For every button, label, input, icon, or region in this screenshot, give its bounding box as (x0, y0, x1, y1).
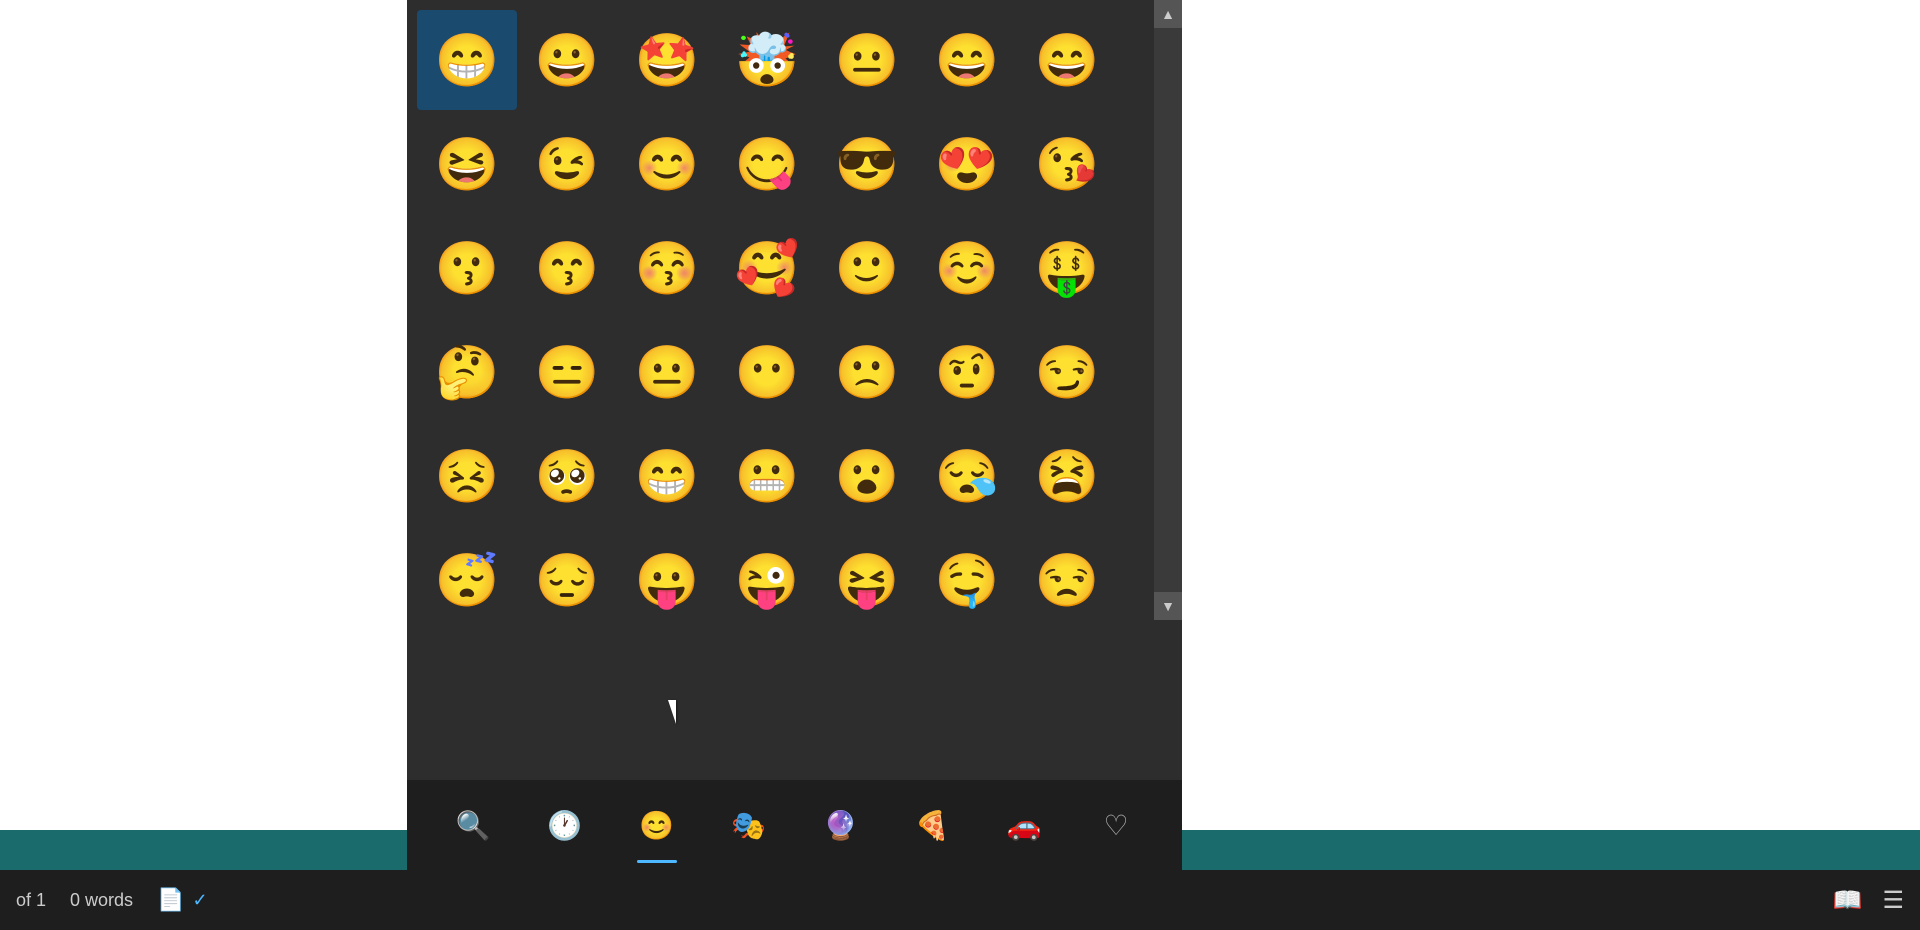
emoji-cell[interactable]: 😶 (717, 322, 817, 422)
book-icon[interactable]: 📖 (1833, 886, 1863, 915)
layout-icon[interactable]: ☰ (1882, 886, 1904, 915)
emoji-cell[interactable]: 😪 (917, 426, 1017, 526)
emoji-cell[interactable]: 😬 (717, 426, 817, 526)
search-icon: 🔍 (456, 809, 491, 842)
tab-food[interactable]: 🍕 (892, 785, 972, 865)
emoji-cell[interactable]: 😚 (617, 218, 717, 318)
emoji-tab-bar: 🔍 🕐 😊 🎭 🔮 🍕 🚗 ♡ (407, 780, 1182, 870)
emoji-cell[interactable]: 🙁 (817, 322, 917, 422)
emoji-cell[interactable]: 😛 (617, 530, 717, 630)
emoji-cell[interactable]: 🥺 (517, 426, 617, 526)
emoji-cell[interactable]: ☺️ (917, 218, 1017, 318)
emoji-cell[interactable]: 🤑 (1017, 218, 1117, 318)
check-icon: ✓ (192, 890, 207, 911)
emoji-cell[interactable]: 😴 (417, 530, 517, 630)
emoji-cell[interactable]: 🤩 (617, 10, 717, 110)
emoji-cell[interactable]: 🤯 (717, 10, 817, 110)
tab-people[interactable]: 🎭 (709, 785, 789, 865)
emoji-row-0: 😁 😀 🤩 🤯 😐 😄 😄 (417, 10, 1144, 110)
travel-icon: 🚗 (1007, 809, 1042, 842)
emoji-cell[interactable]: 😐 (817, 10, 917, 110)
emoji-cell[interactable]: 🙂 (817, 218, 917, 318)
status-bar-right: 📖 ☰ (1833, 886, 1904, 915)
word-count: 0 words (70, 890, 133, 911)
emoji-grid-container: 😁 😀 🤩 🤯 😐 😄 😄 😆 😉 😊 😋 😎 😍 😘 😗 😙 😚 🥰 🙂 (407, 0, 1182, 780)
emoji-cell[interactable]: 😉 (517, 114, 617, 214)
food-icon: 🍕 (915, 809, 950, 842)
status-bar: of 1 0 words 📄 ✓ 📖 ☰ (0, 870, 1920, 930)
nature-icon: 🔮 (823, 809, 858, 842)
emoji-cell[interactable]: 😒 (1017, 530, 1117, 630)
page-info: of 1 (16, 890, 46, 911)
emoji-row-1: 😆 😉 😊 😋 😎 😍 😘 (417, 114, 1144, 214)
emoji-cell[interactable]: 😮 (817, 426, 917, 526)
emoji-cell[interactable]: 😙 (517, 218, 617, 318)
emoji-cell[interactable]: 😗 (417, 218, 517, 318)
smiley-icon: 😊 (639, 809, 674, 842)
emoji-cell[interactable]: 🥰 (717, 218, 817, 318)
emoji-cell[interactable]: 😜 (717, 530, 817, 630)
people-icon: 🎭 (731, 809, 766, 842)
emoji-row-4: 😣 🥺 😁 😬 😮 😪 😫 (417, 426, 1144, 526)
emoji-cell[interactable]: 😁 (417, 10, 517, 110)
scroll-down-button[interactable]: ▼ (1154, 592, 1182, 620)
tab-search[interactable]: 🔍 (433, 785, 513, 865)
clock-icon: 🕐 (547, 809, 582, 842)
emoji-cell[interactable]: 😄 (917, 10, 1017, 110)
emoji-cell[interactable]: 😋 (717, 114, 817, 214)
tab-smiley[interactable]: 😊 (617, 785, 697, 865)
tab-recent[interactable]: 🕐 (525, 785, 605, 865)
emoji-cell[interactable]: 😊 (617, 114, 717, 214)
emoji-cell[interactable]: 😣 (417, 426, 517, 526)
emoji-cell[interactable]: 😍 (917, 114, 1017, 214)
emoji-cell[interactable]: 😆 (417, 114, 517, 214)
emoji-scrollbar: ▲ ▼ (1154, 0, 1182, 620)
emoji-cell[interactable]: 😘 (1017, 114, 1117, 214)
emoji-cell[interactable]: 😐 (617, 322, 717, 422)
tab-nature[interactable]: 🔮 (800, 785, 880, 865)
emoji-cell[interactable]: 😏 (1017, 322, 1117, 422)
view-icon: 📄 (157, 887, 184, 913)
scroll-up-button[interactable]: ▲ (1154, 0, 1182, 28)
emoji-cell[interactable]: 😑 (517, 322, 617, 422)
tab-travel[interactable]: 🚗 (984, 785, 1064, 865)
emoji-cell[interactable]: 😔 (517, 530, 617, 630)
emoji-cell[interactable]: 😀 (517, 10, 617, 110)
emoji-cell[interactable]: 🤔 (417, 322, 517, 422)
emoji-row-5: 😴 😔 😛 😜 😝 🤤 😒 (417, 530, 1144, 630)
emoji-cell[interactable]: 🤤 (917, 530, 1017, 630)
emoji-cell[interactable]: 😁 (617, 426, 717, 526)
tab-symbols[interactable]: ♡ (1076, 785, 1156, 865)
emoji-cell[interactable]: 😫 (1017, 426, 1117, 526)
emoji-cell[interactable]: 🤨 (917, 322, 1017, 422)
emoji-picker: ▲ ▼ 😁 😀 🤩 🤯 😐 😄 😄 😆 😉 😊 😋 😎 😍 😘 😗 (407, 0, 1182, 870)
emoji-row-2: 😗 😙 😚 🥰 🙂 ☺️ 🤑 (417, 218, 1144, 318)
emoji-row-3: 🤔 😑 😐 😶 🙁 🤨 😏 (417, 322, 1144, 422)
emoji-cell[interactable]: 😎 (817, 114, 917, 214)
heart-icon: ♡ (1104, 809, 1129, 842)
emoji-cell[interactable]: 😄 (1017, 10, 1117, 110)
emoji-cell[interactable]: 😝 (817, 530, 917, 630)
